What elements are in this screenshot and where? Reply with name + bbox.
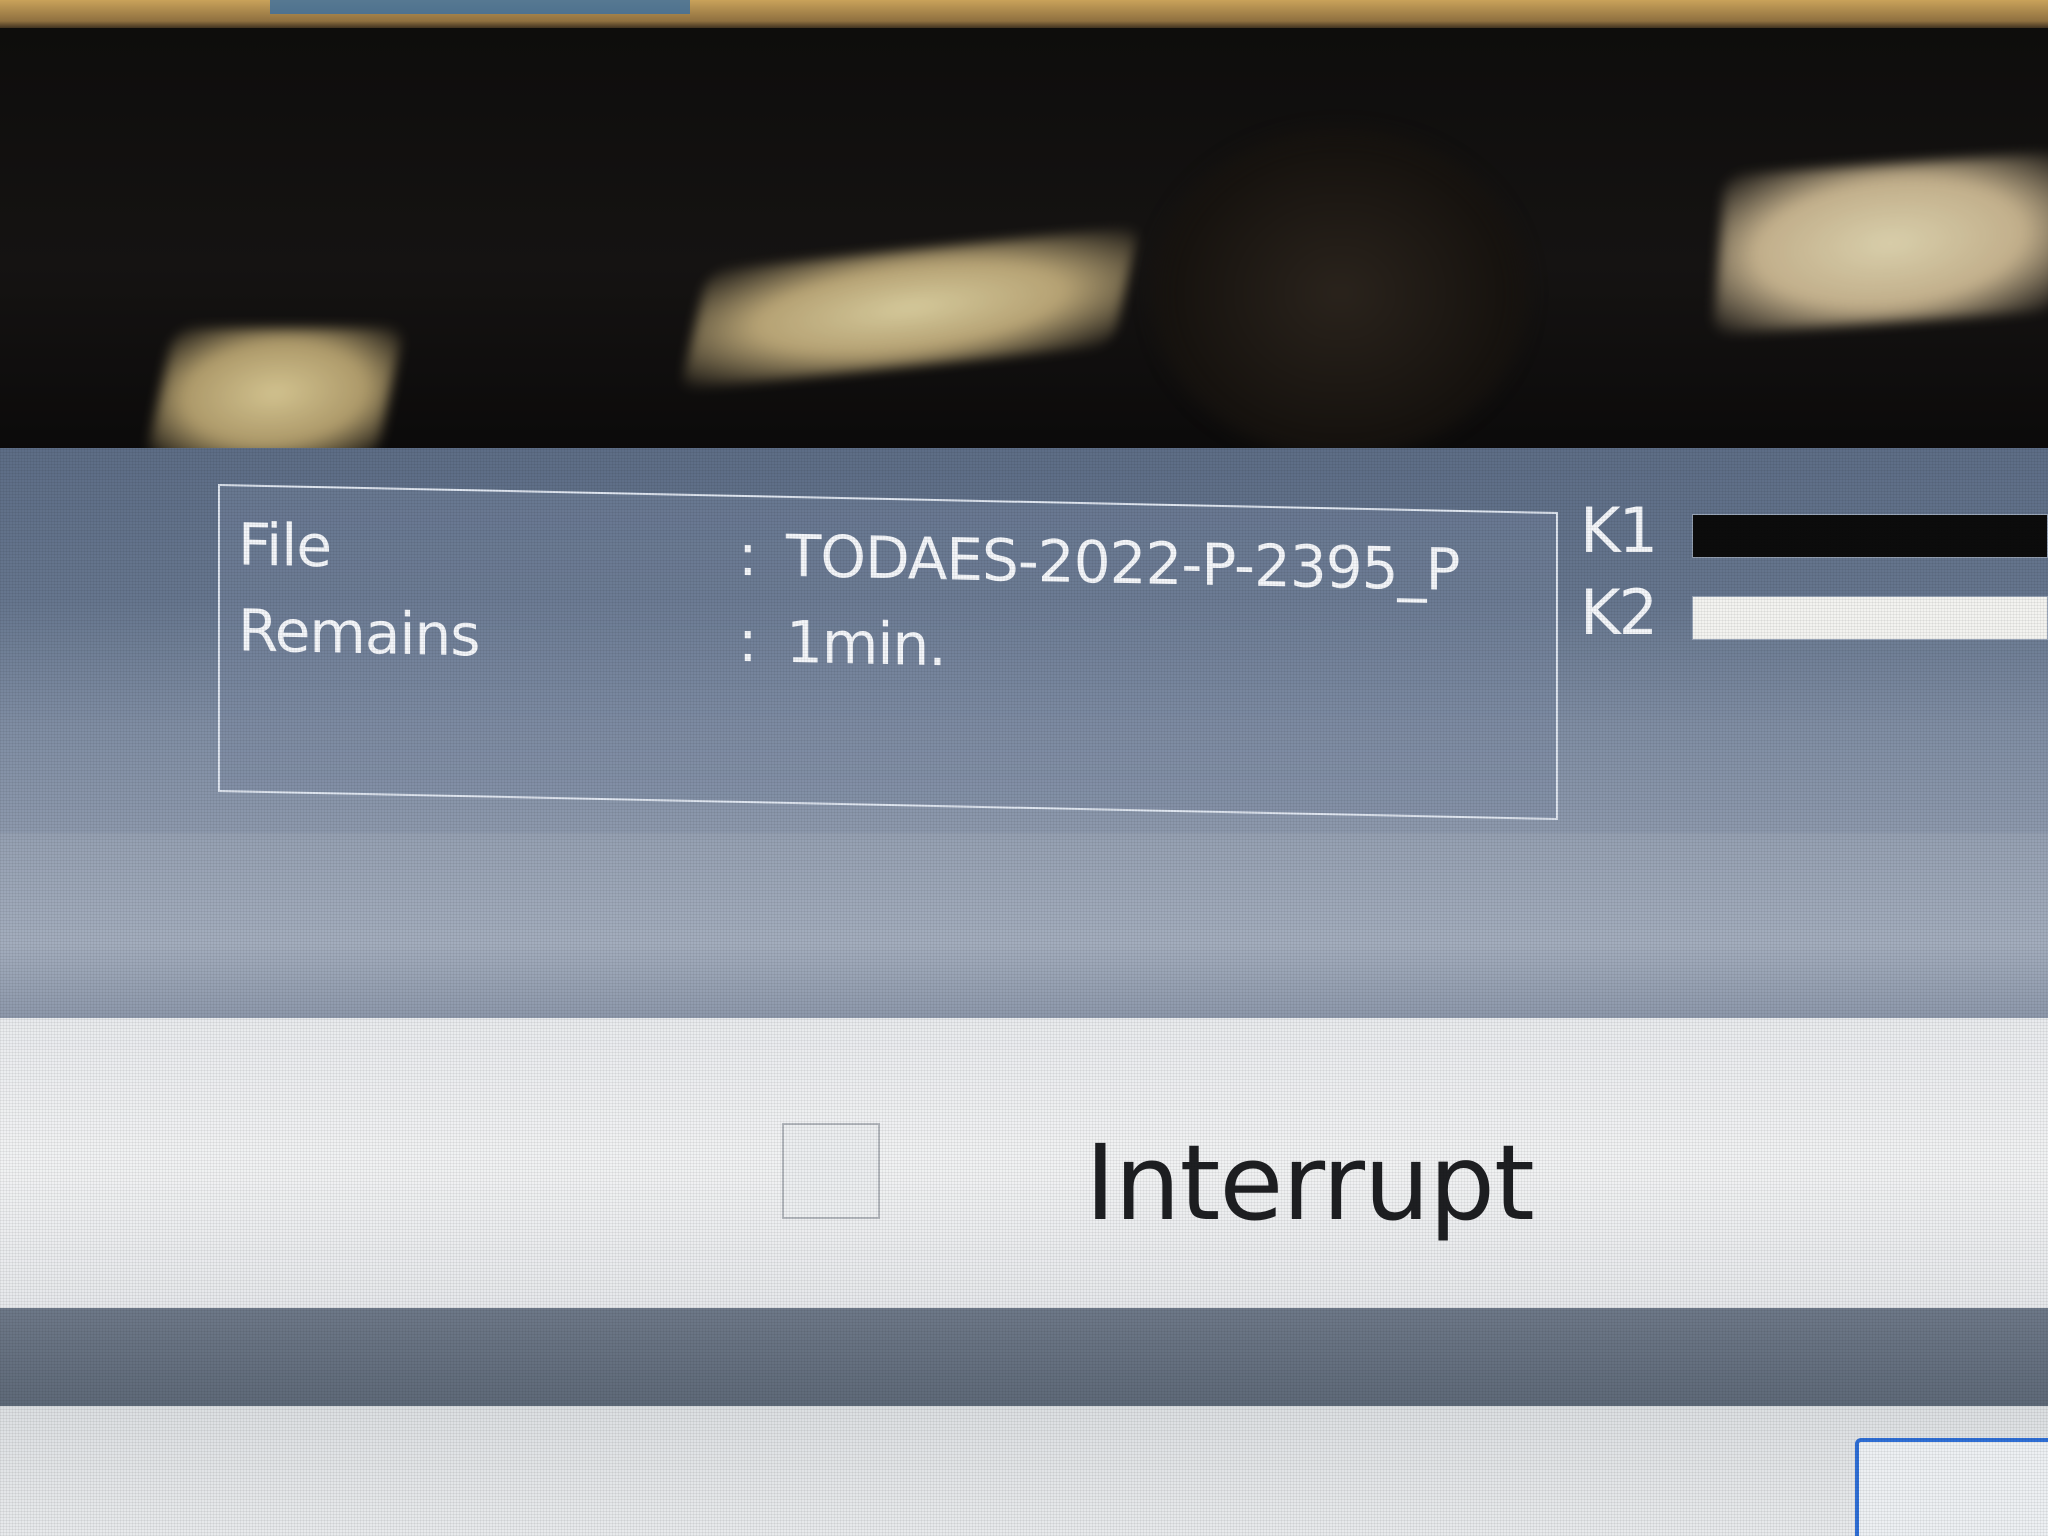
- file-label: File: [238, 510, 332, 581]
- light-reflection: [1713, 151, 2048, 335]
- interrupt-label: Interrupt: [1085, 1122, 1535, 1244]
- meter-k2-label: K2: [1580, 576, 1658, 649]
- remains-value: 1min.: [786, 607, 946, 680]
- interrupt-checkbox-icon: [782, 1123, 880, 1219]
- file-colon: :: [738, 520, 758, 590]
- file-name-value: TODAES-2022-P-2395_P: [786, 521, 1460, 604]
- meter-k2-track: [1692, 596, 2048, 640]
- bottom-divider: [0, 1308, 2048, 1408]
- interrupt-button[interactable]: Interrupt: [730, 1113, 1670, 1323]
- separator-band: [0, 833, 2048, 1018]
- meter-k1-label: K1: [1580, 494, 1658, 567]
- photo-scene: File : TODAES-2022-P-2395_P Remains : 1m…: [0, 0, 2048, 1536]
- person-reflection: [1150, 128, 1530, 458]
- job-info-panel: File : TODAES-2022-P-2395_P Remains : 1m…: [218, 483, 1558, 821]
- meter-k1-track: [1692, 514, 2048, 558]
- monitor-bezel: [0, 28, 2048, 458]
- meter-k1: K1: [1580, 496, 2048, 566]
- bottom-area: [0, 1406, 2048, 1536]
- light-reflection: [680, 226, 1140, 390]
- meter-k2-fill: [1693, 597, 2047, 639]
- light-reflection: [146, 328, 404, 458]
- background-object: [270, 0, 690, 14]
- focused-button-partial[interactable]: [1855, 1438, 2048, 1536]
- status-area: File : TODAES-2022-P-2395_P Remains : 1m…: [0, 448, 2048, 833]
- action-bar: Interrupt: [0, 1018, 2048, 1323]
- device-screen: File : TODAES-2022-P-2395_P Remains : 1m…: [0, 448, 2048, 1536]
- ambient-background: [0, 0, 2048, 30]
- remains-colon: :: [738, 606, 758, 676]
- remains-label: Remains: [238, 596, 480, 670]
- meter-k2: K2: [1580, 578, 2048, 648]
